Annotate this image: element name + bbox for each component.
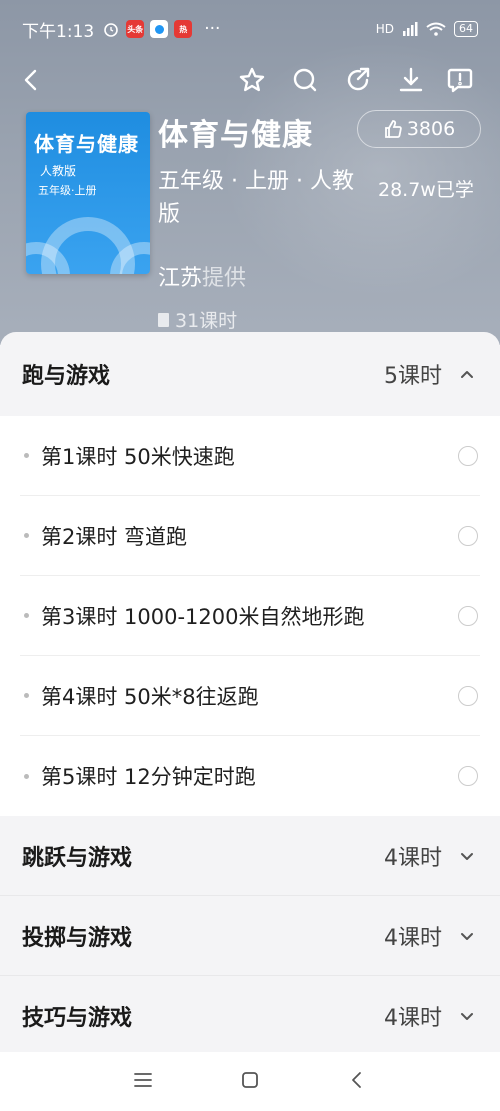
- progress-circle-icon: [458, 605, 478, 626]
- lesson-title: 第1课时 50米快速跑: [41, 444, 235, 469]
- more-icon: ···: [204, 19, 221, 39]
- lesson-item[interactable]: 第1课时 50米快速跑: [20, 416, 480, 496]
- bullet-icon: [24, 773, 29, 779]
- home-button[interactable]: [239, 1069, 261, 1095]
- network-indicator: HD: [375, 22, 394, 36]
- download-button[interactable]: [393, 62, 429, 98]
- section-count: 4课时: [384, 1005, 442, 1031]
- provider-suffix: 提供: [202, 266, 247, 291]
- lesson-total: 31课时: [158, 306, 237, 333]
- download-icon: [399, 67, 423, 92]
- back-arrow-icon: [351, 1071, 361, 1088]
- bullet-icon: [24, 453, 29, 458]
- learner-count: 28.7w已学: [378, 179, 474, 201]
- share-button[interactable]: [340, 62, 376, 98]
- progress-circle-icon: [458, 445, 478, 466]
- lesson-item[interactable]: 第3课时 1000-1200米自然地形跑: [20, 576, 480, 656]
- section-title: 投掷与游戏: [22, 925, 133, 951]
- chevron-down-icon: [461, 1012, 473, 1020]
- provider-name: 江苏: [158, 266, 203, 291]
- cover-decoration: [26, 217, 150, 274]
- share-icon: [347, 67, 370, 91]
- section-header[interactable]: 投掷与游戏 4课时: [0, 896, 500, 976]
- lesson-item[interactable]: 第4课时 50米*8往返跑: [20, 656, 480, 736]
- report-icon: [447, 68, 473, 93]
- battery-indicator: 64: [454, 21, 478, 37]
- section-header[interactable]: 跳跃与游戏 4课时: [0, 816, 500, 896]
- lesson-item[interactable]: 第5课时 12分钟定时跑: [20, 736, 480, 816]
- menu-icon: [134, 1072, 153, 1087]
- home-square-icon: [242, 1071, 258, 1088]
- section-count: 4课时: [384, 925, 442, 951]
- section-header[interactable]: 跑与游戏 5课时: [0, 332, 500, 416]
- status-bar: 下午1:13 头条 热 ··· HD 64: [0, 0, 500, 58]
- section-title: 跑与游戏: [22, 364, 111, 389]
- report-button[interactable]: [442, 62, 478, 98]
- book-icon: [158, 312, 169, 327]
- chevron-up-icon: [461, 371, 473, 378]
- lesson-total-label: 31课时: [175, 310, 238, 332]
- book-header: 下午1:13 头条 热 ··· HD 64 体育与健康 人教版 五年级·上册 体…: [0, 0, 500, 345]
- section-title: 跳跃与游戏: [22, 845, 133, 871]
- book-cover: 体育与健康 人教版 五年级·上册: [26, 112, 150, 274]
- lesson-title: 第2课时 弯道跑: [41, 524, 188, 549]
- back-button[interactable]: [14, 62, 50, 98]
- section-count: 4课时: [384, 845, 442, 871]
- toolbar: [0, 58, 500, 102]
- system-back-button[interactable]: [346, 1069, 368, 1095]
- thumbs-up-icon: [384, 120, 402, 138]
- like-count: 3806: [406, 118, 456, 140]
- system-nav-bar: [0, 1052, 500, 1111]
- favorite-button[interactable]: [234, 62, 270, 98]
- search-button[interactable]: [287, 62, 323, 98]
- chevron-down-icon: [461, 932, 473, 940]
- book-meta: 五年级 · 上册 · 人教版: [158, 169, 354, 227]
- lesson-item[interactable]: 第2课时 弯道跑: [20, 496, 480, 576]
- wifi-icon: [426, 22, 446, 36]
- progress-circle-icon: [458, 685, 478, 706]
- chevron-down-icon: [461, 852, 473, 860]
- section-count: 5课时: [384, 364, 442, 389]
- book-title: 体育与健康: [158, 118, 313, 153]
- section-0: 跑与游戏 5课时 第1课时 50米快速跑 第2课时 弯道跑 第3课时 1000-…: [0, 332, 500, 816]
- cover-publisher: 人教版: [40, 164, 77, 178]
- alarm-icon: [104, 23, 118, 37]
- lesson-title: 第5课时 12分钟定时跑: [41, 765, 256, 789]
- star-icon: [239, 67, 265, 92]
- back-icon: [24, 69, 37, 91]
- chapter-list: 跑与游戏 5课时 第1课时 50米快速跑 第2课时 弯道跑 第3课时 1000-…: [0, 332, 500, 1052]
- progress-circle-icon: [458, 525, 478, 546]
- signal-icon: [403, 22, 418, 36]
- bullet-icon: [24, 693, 29, 698]
- status-time: 下午1:13: [22, 21, 95, 42]
- lesson-title: 第3课时 1000-1200米自然地形跑: [41, 604, 365, 629]
- lesson-list: 第1课时 50米快速跑 第2课时 弯道跑 第3课时 1000-1200米自然地形…: [0, 416, 500, 816]
- app-icon: [150, 20, 169, 38]
- bullet-icon: [24, 613, 29, 618]
- toutiao-icon: 头条: [126, 20, 145, 38]
- search-icon: [293, 68, 317, 92]
- news-icon: 热: [174, 20, 193, 38]
- like-button[interactable]: 3806: [357, 110, 481, 148]
- section-title: 技巧与游戏: [22, 1005, 133, 1031]
- lesson-title: 第4课时 50米*8往返跑: [41, 684, 259, 709]
- progress-circle-icon: [458, 766, 478, 786]
- cover-title: 体育与健康: [34, 132, 139, 156]
- menu-button[interactable]: [132, 1069, 154, 1095]
- bullet-icon: [24, 533, 29, 538]
- section-header[interactable]: 技巧与游戏 4课时: [0, 976, 500, 1052]
- provider: 江苏提供: [158, 260, 246, 292]
